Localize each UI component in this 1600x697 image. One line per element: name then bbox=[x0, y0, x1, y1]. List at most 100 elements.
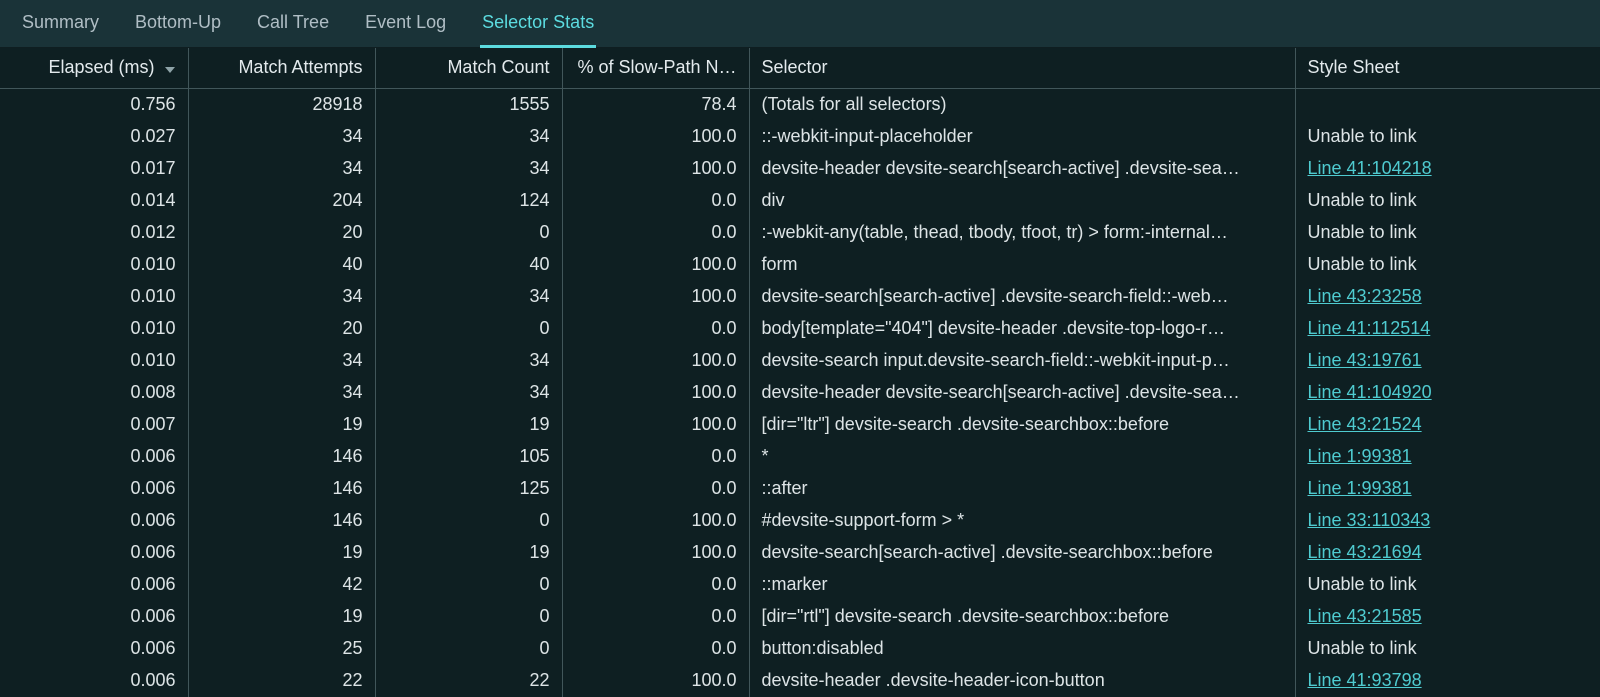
stylesheet-link[interactable]: Line 41:104218 bbox=[1308, 158, 1432, 178]
table-row[interactable]: 0.0061461050.0*Line 1:99381 bbox=[0, 441, 1600, 473]
table-row[interactable]: 0.0104040100.0formUnable to link bbox=[0, 249, 1600, 281]
cell-match-attempts: 19 bbox=[188, 409, 375, 441]
stylesheet-link[interactable]: Line 43:21524 bbox=[1308, 414, 1422, 434]
cell-match-attempts: 25 bbox=[188, 633, 375, 665]
cell-selector: devsite-header devsite-search[search-act… bbox=[749, 377, 1295, 409]
table-row[interactable]: 0.0173434100.0devsite-header devsite-sea… bbox=[0, 153, 1600, 185]
table-row[interactable]: 0.0102000.0body[template="404"] devsite-… bbox=[0, 313, 1600, 345]
tab-summary[interactable]: Summary bbox=[20, 10, 101, 47]
cell-stylesheet: Line 41:104218 bbox=[1295, 153, 1600, 185]
cell-match-count: 34 bbox=[375, 377, 562, 409]
cell-match-count: 124 bbox=[375, 185, 562, 217]
cell-selector: devsite-header .devsite-header-icon-butt… bbox=[749, 665, 1295, 697]
cell-stylesheet: Line 43:23258 bbox=[1295, 281, 1600, 313]
cell-slow-path: 100.0 bbox=[562, 505, 749, 537]
table-row[interactable]: 0.0083434100.0devsite-header devsite-sea… bbox=[0, 377, 1600, 409]
table-row[interactable]: 0.0062500.0button:disabledUnable to link bbox=[0, 633, 1600, 665]
cell-slow-path: 0.0 bbox=[562, 473, 749, 505]
stylesheet-link[interactable]: Line 1:99381 bbox=[1308, 478, 1412, 498]
cell-elapsed: 0.006 bbox=[0, 473, 188, 505]
stylesheet-link[interactable]: Line 43:21585 bbox=[1308, 606, 1422, 626]
cell-slow-path: 100.0 bbox=[562, 665, 749, 697]
cell-selector: (Totals for all selectors) bbox=[749, 88, 1295, 121]
cell-slow-path: 0.0 bbox=[562, 313, 749, 345]
table-row[interactable]: 0.0122000.0:-webkit-any(table, thead, tb… bbox=[0, 217, 1600, 249]
cell-elapsed: 0.007 bbox=[0, 409, 188, 441]
stylesheet-link[interactable]: Line 1:99381 bbox=[1308, 446, 1412, 466]
column-header-style-sheet[interactable]: Style Sheet bbox=[1295, 48, 1600, 88]
cell-slow-path: 0.0 bbox=[562, 441, 749, 473]
cell-elapsed: 0.006 bbox=[0, 569, 188, 601]
tab-event-log[interactable]: Event Log bbox=[363, 10, 448, 47]
column-header-selector[interactable]: Selector bbox=[749, 48, 1295, 88]
cell-stylesheet: Line 1:99381 bbox=[1295, 473, 1600, 505]
cell-match-count: 34 bbox=[375, 281, 562, 313]
table-row[interactable]: 0.0061919100.0devsite-search[search-acti… bbox=[0, 537, 1600, 569]
cell-slow-path: 100.0 bbox=[562, 281, 749, 313]
cell-stylesheet: Line 43:21524 bbox=[1295, 409, 1600, 441]
cell-elapsed: 0.010 bbox=[0, 345, 188, 377]
cell-match-count: 105 bbox=[375, 441, 562, 473]
stylesheet-link[interactable]: Line 41:104920 bbox=[1308, 382, 1432, 402]
stylesheet-link[interactable]: Line 43:23258 bbox=[1308, 286, 1422, 306]
panel-tab-strip: Summary Bottom-Up Call Tree Event Log Se… bbox=[0, 0, 1600, 48]
cell-match-attempts: 146 bbox=[188, 473, 375, 505]
cell-match-count: 22 bbox=[375, 665, 562, 697]
cell-slow-path: 0.0 bbox=[562, 185, 749, 217]
cell-match-count: 0 bbox=[375, 633, 562, 665]
cell-selector: * bbox=[749, 441, 1295, 473]
table-row[interactable]: 0.0061461250.0::afterLine 1:99381 bbox=[0, 473, 1600, 505]
cell-stylesheet: Line 41:112514 bbox=[1295, 313, 1600, 345]
cell-match-count: 19 bbox=[375, 409, 562, 441]
table-row[interactable]: 0.0103434100.0devsite-search[search-acti… bbox=[0, 281, 1600, 313]
column-header-match-count[interactable]: Match Count bbox=[375, 48, 562, 88]
table-row[interactable]: 0.75628918155578.4(Totals for all select… bbox=[0, 88, 1600, 121]
table-row[interactable]: 0.0061900.0[dir="rtl"] devsite-search .d… bbox=[0, 601, 1600, 633]
stylesheet-link[interactable]: Line 43:21694 bbox=[1308, 542, 1422, 562]
cell-elapsed: 0.027 bbox=[0, 121, 188, 153]
table-row[interactable]: 0.0061460100.0#devsite-support-form > *L… bbox=[0, 505, 1600, 537]
cell-match-attempts: 22 bbox=[188, 665, 375, 697]
cell-elapsed: 0.010 bbox=[0, 249, 188, 281]
stylesheet-link[interactable]: Line 41:112514 bbox=[1308, 318, 1431, 338]
tab-selector-stats[interactable]: Selector Stats bbox=[480, 10, 596, 48]
cell-selector: button:disabled bbox=[749, 633, 1295, 665]
column-header-match-attempts[interactable]: Match Attempts bbox=[188, 48, 375, 88]
table-row[interactable]: 0.0142041240.0divUnable to link bbox=[0, 185, 1600, 217]
cell-match-count: 0 bbox=[375, 505, 562, 537]
table-row[interactable]: 0.0062222100.0devsite-header .devsite-he… bbox=[0, 665, 1600, 697]
cell-match-attempts: 204 bbox=[188, 185, 375, 217]
cell-selector: form bbox=[749, 249, 1295, 281]
stylesheet-link[interactable]: Line 33:110343 bbox=[1308, 510, 1431, 530]
cell-match-count: 125 bbox=[375, 473, 562, 505]
column-header-elapsed[interactable]: Elapsed (ms) bbox=[0, 48, 188, 88]
cell-stylesheet bbox=[1295, 88, 1600, 121]
cell-elapsed: 0.010 bbox=[0, 313, 188, 345]
tab-bottom-up[interactable]: Bottom-Up bbox=[133, 10, 223, 47]
cell-slow-path: 100.0 bbox=[562, 249, 749, 281]
table-row[interactable]: 0.0064200.0::markerUnable to link bbox=[0, 569, 1600, 601]
cell-slow-path: 78.4 bbox=[562, 88, 749, 121]
cell-stylesheet: Line 43:21694 bbox=[1295, 537, 1600, 569]
cell-selector: devsite-header devsite-search[search-act… bbox=[749, 153, 1295, 185]
cell-match-count: 19 bbox=[375, 537, 562, 569]
cell-stylesheet: Line 43:19761 bbox=[1295, 345, 1600, 377]
cell-slow-path: 100.0 bbox=[562, 153, 749, 185]
table-row[interactable]: 0.0273434100.0::-webkit-input-placeholde… bbox=[0, 121, 1600, 153]
table-row[interactable]: 0.0103434100.0devsite-search input.devsi… bbox=[0, 345, 1600, 377]
cell-match-attempts: 146 bbox=[188, 505, 375, 537]
cell-selector: body[template="404"] devsite-header .dev… bbox=[749, 313, 1295, 345]
cell-match-attempts: 19 bbox=[188, 537, 375, 569]
column-header-slow-path[interactable]: % of Slow-Path N… bbox=[562, 48, 749, 88]
cell-slow-path: 0.0 bbox=[562, 601, 749, 633]
cell-match-attempts: 34 bbox=[188, 121, 375, 153]
cell-elapsed: 0.006 bbox=[0, 537, 188, 569]
cell-match-attempts: 20 bbox=[188, 217, 375, 249]
table-row[interactable]: 0.0071919100.0[dir="ltr"] devsite-search… bbox=[0, 409, 1600, 441]
cell-elapsed: 0.008 bbox=[0, 377, 188, 409]
stylesheet-link[interactable]: Line 43:19761 bbox=[1308, 350, 1422, 370]
cell-slow-path: 100.0 bbox=[562, 537, 749, 569]
cell-stylesheet-unable: Unable to link bbox=[1295, 249, 1600, 281]
tab-call-tree[interactable]: Call Tree bbox=[255, 10, 331, 47]
cell-elapsed: 0.010 bbox=[0, 281, 188, 313]
